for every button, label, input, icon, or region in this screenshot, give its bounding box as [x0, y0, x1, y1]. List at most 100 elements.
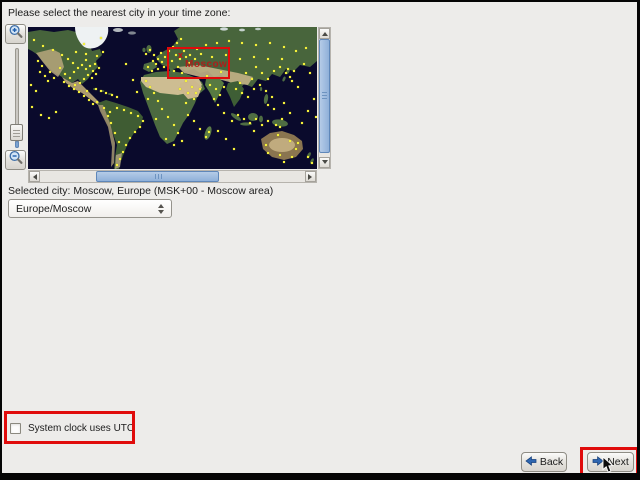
city-dot[interactable] — [239, 82, 241, 84]
city-dot[interactable] — [305, 47, 307, 49]
city-dot[interactable] — [279, 154, 281, 156]
city-dot[interactable] — [83, 43, 85, 45]
city-dot[interactable] — [265, 144, 267, 146]
city-dot[interactable] — [285, 72, 287, 74]
city-dot[interactable] — [160, 52, 162, 54]
city-dot[interactable] — [164, 56, 166, 58]
city-dot[interactable] — [47, 80, 49, 82]
city-dot[interactable] — [33, 39, 35, 41]
city-dot[interactable] — [199, 128, 201, 130]
city-dot[interactable] — [269, 42, 271, 44]
city-dot[interactable] — [179, 88, 181, 90]
city-dot[interactable] — [73, 88, 75, 90]
city-dot[interactable] — [163, 66, 165, 68]
city-dot[interactable] — [228, 40, 230, 42]
city-dot[interactable] — [147, 98, 149, 100]
city-dot[interactable] — [92, 70, 94, 72]
city-dot[interactable] — [73, 71, 75, 73]
city-dot[interactable] — [223, 112, 225, 114]
city-dot[interactable] — [237, 114, 239, 116]
city-dot[interactable] — [289, 140, 291, 142]
city-dot[interactable] — [303, 63, 305, 65]
city-dot[interactable] — [39, 71, 41, 73]
city-dot[interactable] — [110, 122, 112, 124]
city-dot[interactable] — [261, 124, 263, 126]
city-dot[interactable] — [193, 98, 195, 100]
city-dot[interactable] — [88, 99, 90, 101]
scroll-down-button[interactable] — [319, 157, 330, 168]
city-dot[interactable] — [193, 120, 195, 122]
city-dot[interactable] — [235, 88, 237, 90]
city-dot[interactable] — [265, 90, 267, 92]
city-dot[interactable] — [291, 80, 293, 82]
map-vertical-scrollbar[interactable] — [318, 27, 331, 169]
city-dot[interactable] — [293, 70, 295, 72]
city-dot[interactable] — [297, 86, 299, 88]
city-dot[interactable] — [183, 50, 185, 52]
city-dot[interactable] — [130, 112, 132, 114]
city-dot[interactable] — [100, 90, 102, 92]
city-dot[interactable] — [111, 94, 113, 96]
city-dot[interactable] — [94, 63, 96, 65]
city-dot[interactable] — [181, 140, 183, 142]
city-dot[interactable] — [78, 91, 80, 93]
city-dot[interactable] — [241, 42, 243, 44]
city-dot[interactable] — [157, 68, 159, 70]
city-dot[interactable] — [267, 152, 269, 154]
city-dot[interactable] — [96, 101, 98, 103]
city-dot[interactable] — [200, 53, 202, 55]
city-dot[interactable] — [40, 114, 42, 116]
city-dot[interactable] — [149, 49, 151, 51]
city-dot[interactable] — [44, 75, 46, 77]
city-dot[interactable] — [89, 65, 91, 67]
city-dot[interactable] — [125, 63, 127, 65]
city-dot[interactable] — [67, 58, 69, 60]
city-dot[interactable] — [75, 51, 77, 53]
city-dot[interactable] — [301, 122, 303, 124]
city-dot[interactable] — [211, 56, 213, 58]
city-dot[interactable] — [48, 117, 50, 119]
city-dot[interactable] — [116, 164, 118, 166]
world-map[interactable]: x Moscow — [28, 27, 317, 169]
city-dot[interactable] — [176, 42, 178, 44]
city-dot[interactable] — [79, 82, 81, 84]
city-dot[interactable] — [173, 124, 175, 126]
city-dot[interactable] — [267, 58, 269, 60]
city-dot[interactable] — [116, 96, 118, 98]
city-dot[interactable] — [309, 72, 311, 74]
city-dot[interactable] — [107, 115, 109, 117]
city-dot[interactable] — [180, 38, 182, 40]
city-dot[interactable] — [102, 51, 104, 53]
city-dot[interactable] — [267, 120, 269, 122]
back-button[interactable]: Back — [521, 452, 567, 472]
city-dot[interactable] — [145, 53, 147, 55]
city-dot[interactable] — [81, 64, 83, 66]
city-dot[interactable] — [95, 73, 97, 75]
city-dot[interactable] — [122, 151, 124, 153]
city-dot[interactable] — [149, 86, 151, 88]
city-dot[interactable] — [167, 64, 169, 66]
city-dot[interactable] — [171, 60, 173, 62]
city-dot[interactable] — [157, 100, 159, 102]
city-dot[interactable] — [151, 70, 153, 72]
city-dot[interactable] — [95, 88, 97, 90]
city-dot[interactable] — [157, 58, 159, 60]
city-dot[interactable] — [145, 80, 147, 82]
city-dot[interactable] — [173, 144, 175, 146]
city-dot[interactable] — [172, 46, 174, 48]
city-dot[interactable] — [291, 156, 293, 158]
city-dot[interactable] — [253, 88, 255, 90]
city-dot[interactable] — [85, 68, 87, 70]
city-dot[interactable] — [223, 86, 225, 88]
city-dot[interactable] — [243, 118, 245, 120]
city-dot[interactable] — [155, 118, 157, 120]
map-zoom-slider-handle[interactable] — [10, 124, 23, 141]
scroll-up-button[interactable] — [319, 28, 330, 39]
city-dot[interactable] — [195, 92, 197, 94]
city-dot[interactable] — [241, 92, 243, 94]
city-dot[interactable] — [275, 124, 277, 126]
city-dot[interactable] — [61, 54, 63, 56]
city-dot[interactable] — [289, 112, 291, 114]
city-dot[interactable] — [216, 42, 218, 44]
city-dot[interactable] — [287, 68, 289, 70]
